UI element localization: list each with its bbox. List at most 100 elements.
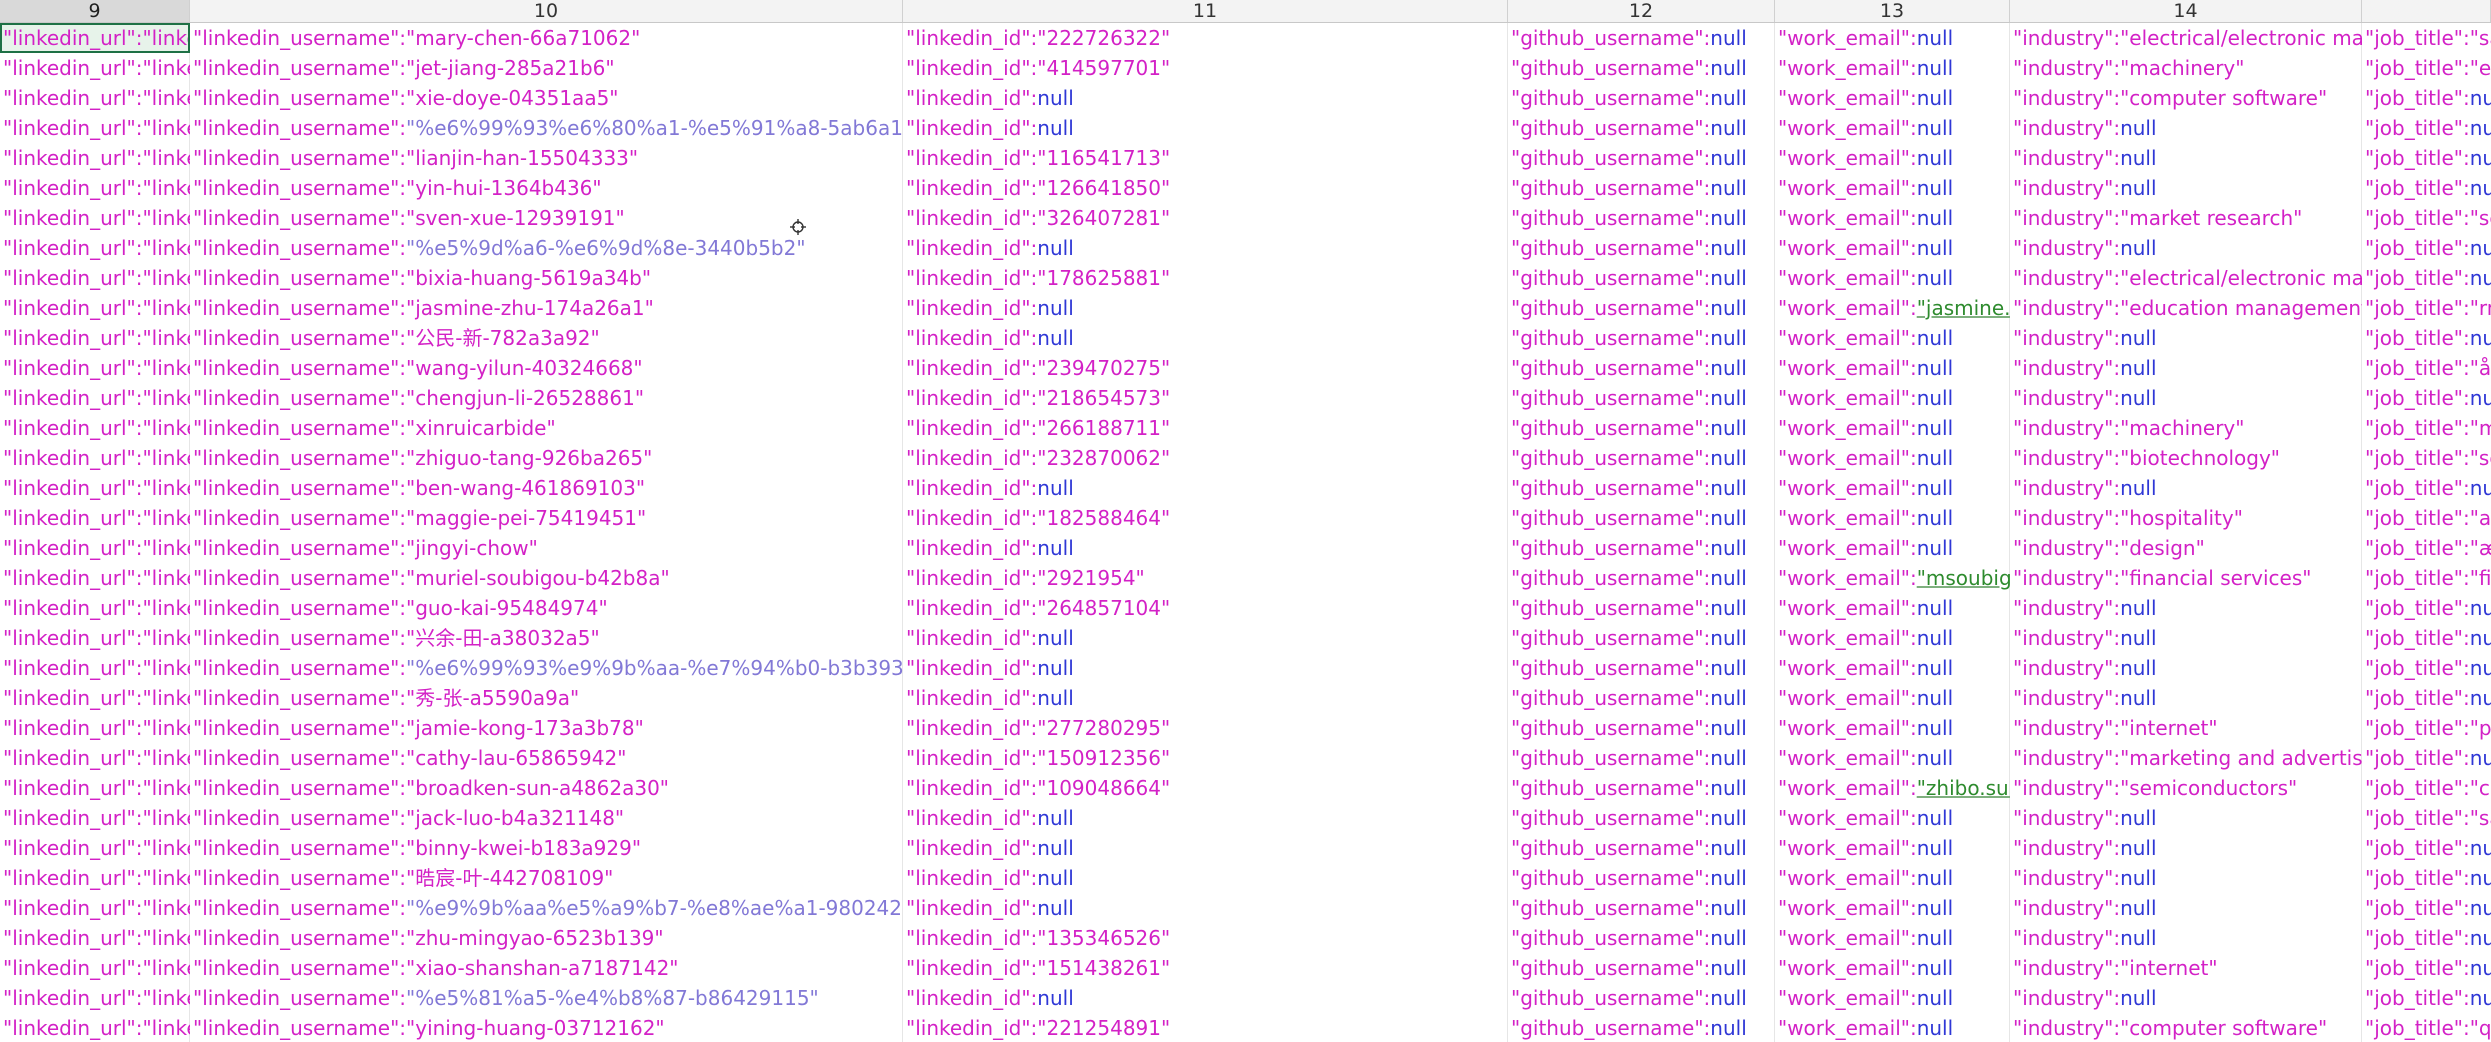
cell-job-title[interactable]: "job_title":nul	[2362, 863, 2491, 893]
cell-github-username[interactable]: "github_username":null	[1508, 473, 1775, 503]
cell-linkedin-url[interactable]: "linkedin_url":"linke	[0, 473, 190, 503]
cell-industry[interactable]: "industry":"hospitality"	[2010, 503, 2362, 533]
cell-github-username[interactable]: "github_username":null	[1508, 503, 1775, 533]
cell-linkedin-username[interactable]: "linkedin_username":"mary-chen-66a71062"	[190, 23, 903, 53]
cell-work-email[interactable]: "work_email":null	[1775, 53, 2010, 83]
cell-linkedin-url[interactable]: "linkedin_url":"linke	[0, 413, 190, 443]
cell-job-title[interactable]: "job_title":nul	[2362, 593, 2491, 623]
cell-job-title[interactable]: "job_title":"qa	[2362, 1013, 2491, 1042]
cell-linkedin-username[interactable]: "linkedin_username":"zhu-mingyao-6523b13…	[190, 923, 903, 953]
cell-industry[interactable]: "industry":null	[2010, 923, 2362, 953]
cell-github-username[interactable]: "github_username":null	[1508, 713, 1775, 743]
cell-job-title[interactable]: "job_title":nul	[2362, 263, 2491, 293]
cell-github-username[interactable]: "github_username":null	[1508, 143, 1775, 173]
cell-linkedin-url[interactable]: "linkedin_url":"linke	[0, 353, 190, 383]
cell-industry[interactable]: "industry":null	[2010, 803, 2362, 833]
cell-work-email[interactable]: "work_email":null	[1775, 653, 2010, 683]
cell-github-username[interactable]: "github_username":null	[1508, 533, 1775, 563]
selected-cell[interactable]: "linkedin_url":"linke	[0, 23, 190, 53]
cell-work-email[interactable]: "work_email":null	[1775, 443, 2010, 473]
cell-work-email[interactable]: "work_email":"jasmine.zh	[1775, 293, 2010, 323]
cell-linkedin-username[interactable]: "linkedin_username":"muriel-soubigou-b42…	[190, 563, 903, 593]
cell-job-title[interactable]: "job_title":nul	[2362, 743, 2491, 773]
cell-linkedin-username[interactable]: "linkedin_username":"yining-huang-037121…	[190, 1013, 903, 1042]
cell-work-email[interactable]: "work_email":null	[1775, 143, 2010, 173]
cell-github-username[interactable]: "github_username":null	[1508, 863, 1775, 893]
cell-work-email[interactable]: "work_email":null	[1775, 923, 2010, 953]
cell-linkedin-username[interactable]: "linkedin_username":"xinruicarbide"	[190, 413, 903, 443]
cell-linkedin-url[interactable]: "linkedin_url":"linke	[0, 563, 190, 593]
cell-work-email[interactable]: "work_email":null	[1775, 713, 2010, 743]
cell-github-username[interactable]: "github_username":null	[1508, 323, 1775, 353]
cell-job-title[interactable]: "job_title":nul	[2362, 893, 2491, 923]
cell-work-email[interactable]: "work_email":null	[1775, 263, 2010, 293]
cell-job-title[interactable]: "job_title":nul	[2362, 473, 2491, 503]
cell-linkedin-id[interactable]: "linkedin_id":"239470275"	[903, 353, 1508, 383]
cell-industry[interactable]: "industry":"computer software"	[2010, 83, 2362, 113]
cell-work-email[interactable]: "work_email":null	[1775, 833, 2010, 863]
cell-industry[interactable]: "industry":null	[2010, 683, 2362, 713]
cell-industry[interactable]: "industry":"machinery"	[2010, 413, 2362, 443]
cell-work-email[interactable]: "work_email":null	[1775, 743, 2010, 773]
cell-job-title[interactable]: "job_title":nul	[2362, 833, 2491, 863]
cell-linkedin-username[interactable]: "linkedin_username":"wang-yilun-40324668…	[190, 353, 903, 383]
cell-job-title[interactable]: "job_title":nul	[2362, 173, 2491, 203]
cell-github-username[interactable]: "github_username":null	[1508, 413, 1775, 443]
cell-industry[interactable]: "industry":"machinery"	[2010, 53, 2362, 83]
cell-linkedin-id[interactable]: "linkedin_id":null	[903, 653, 1508, 683]
cell-linkedin-id[interactable]: "linkedin_id":null	[903, 533, 1508, 563]
cell-job-title[interactable]: "job_title":"se	[2362, 203, 2491, 233]
cell-linkedin-id[interactable]: "linkedin_id":null	[903, 683, 1508, 713]
cell-linkedin-username[interactable]: "linkedin_username":"maggie-pei-75419451…	[190, 503, 903, 533]
cell-work-email[interactable]: "work_email":null	[1775, 113, 2010, 143]
cell-linkedin-username[interactable]: "linkedin_username":"ben-wang-461869103"	[190, 473, 903, 503]
cell-linkedin-url[interactable]: "linkedin_url":"linke	[0, 113, 190, 143]
cell-github-username[interactable]: "github_username":null	[1508, 953, 1775, 983]
cell-job-title[interactable]: "job_title":nul	[2362, 383, 2491, 413]
cell-linkedin-id[interactable]: "linkedin_id":null	[903, 323, 1508, 353]
cell-github-username[interactable]: "github_username":null	[1508, 83, 1775, 113]
cell-github-username[interactable]: "github_username":null	[1508, 263, 1775, 293]
cell-industry[interactable]: "industry":null	[2010, 233, 2362, 263]
cell-industry[interactable]: "industry":null	[2010, 653, 2362, 683]
cell-linkedin-url[interactable]: "linkedin_url":"linke	[0, 893, 190, 923]
cell-github-username[interactable]: "github_username":null	[1508, 383, 1775, 413]
cell-linkedin-url[interactable]: "linkedin_url":"linke	[0, 863, 190, 893]
column-header-next[interactable]	[2362, 0, 2491, 22]
cell-job-title[interactable]: "job_title":nul	[2362, 683, 2491, 713]
cell-industry[interactable]: "industry":null	[2010, 173, 2362, 203]
cell-linkedin-url[interactable]: "linkedin_url":"linke	[0, 293, 190, 323]
cell-job-title[interactable]: "job_title":nul	[2362, 653, 2491, 683]
column-header-10[interactable]: 10	[190, 0, 903, 22]
cell-job-title[interactable]: "job_title":"å ã	[2362, 353, 2491, 383]
cell-industry[interactable]: "industry":null	[2010, 863, 2362, 893]
cell-linkedin-username[interactable]: "linkedin_username":"guo-kai-95484974"	[190, 593, 903, 623]
cell-linkedin-url[interactable]: "linkedin_url":"linke	[0, 143, 190, 173]
cell-github-username[interactable]: "github_username":null	[1508, 923, 1775, 953]
cell-linkedin-id[interactable]: "linkedin_id":null	[903, 113, 1508, 143]
cell-work-email[interactable]: "work_email":null	[1775, 83, 2010, 113]
cell-linkedin-url[interactable]: "linkedin_url":"linke	[0, 713, 190, 743]
cell-industry[interactable]: "industry":"electrical/electronic manu	[2010, 263, 2362, 293]
cell-github-username[interactable]: "github_username":null	[1508, 803, 1775, 833]
cell-github-username[interactable]: "github_username":null	[1508, 983, 1775, 1013]
cell-linkedin-url[interactable]: "linkedin_url":"linke	[0, 323, 190, 353]
cell-linkedin-id[interactable]: "linkedin_id":null	[903, 863, 1508, 893]
cell-job-title[interactable]: "job_title":nul	[2362, 953, 2491, 983]
cell-industry[interactable]: "industry":null	[2010, 383, 2362, 413]
cell-industry[interactable]: "industry":null	[2010, 143, 2362, 173]
cell-industry[interactable]: "industry":"biotechnology"	[2010, 443, 2362, 473]
cell-linkedin-username[interactable]: "linkedin_username":"秀-张-a5590a9a"	[190, 683, 903, 713]
cell-job-title[interactable]: "job_title":"sci	[2362, 443, 2491, 473]
cell-linkedin-url[interactable]: "linkedin_url":"linke	[0, 953, 190, 983]
cell-github-username[interactable]: "github_username":null	[1508, 293, 1775, 323]
cell-github-username[interactable]: "github_username":null	[1508, 113, 1775, 143]
cell-github-username[interactable]: "github_username":null	[1508, 53, 1775, 83]
cell-linkedin-username[interactable]: "linkedin_username":"lianjin-han-1550433…	[190, 143, 903, 173]
cell-industry[interactable]: "industry":null	[2010, 113, 2362, 143]
cell-job-title[interactable]: "job_title":nul	[2362, 983, 2491, 1013]
cell-industry[interactable]: "industry":null	[2010, 353, 2362, 383]
cell-linkedin-username[interactable]: "linkedin_username":"binny-kwei-b183a929…	[190, 833, 903, 863]
cell-work-email[interactable]: "work_email":null	[1775, 593, 2010, 623]
cell-linkedin-username[interactable]: "linkedin_username":"jamie-kong-173a3b78…	[190, 713, 903, 743]
